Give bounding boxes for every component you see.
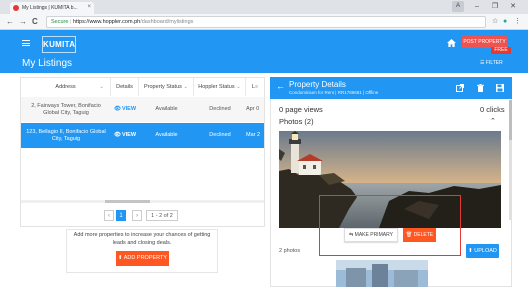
scrollbar-thumb[interactable] <box>509 100 512 140</box>
view-button[interactable]: 👁 VIEW <box>111 123 139 148</box>
favicon-icon <box>13 5 19 11</box>
page-views: 0 page views <box>279 105 323 114</box>
page-title: My Listings <box>22 58 73 69</box>
url-domain: https://www.hoppler.com.ph <box>72 19 141 25</box>
view-label: VIEW <box>121 132 137 138</box>
eye-icon: 👁 <box>113 132 121 138</box>
table-row[interactable]: 2, Fairways Tower, Bonifacio Global City… <box>21 97 264 122</box>
scrollbar-thumb[interactable] <box>105 200 150 203</box>
filter-label: FILTER <box>485 60 503 66</box>
property-status-cell: Available <box>155 132 178 138</box>
add-property-label: ADD PROPERTY <box>123 255 168 261</box>
eye-icon: 👁 <box>113 106 121 112</box>
close-window-button[interactable]: ✕ <box>506 1 520 12</box>
chevron-down-icon: ⌄ <box>234 84 241 90</box>
chevron-down-icon: ⌄ <box>99 84 104 90</box>
extension-icon[interactable]: ● <box>503 16 507 28</box>
date-cell: Apr 0 <box>246 106 260 112</box>
hamburger-menu-icon[interactable] <box>22 40 30 46</box>
add-property-button[interactable]: ⬆ ADD PROPERTY <box>116 251 169 266</box>
column-label: Address <box>55 84 76 90</box>
clicks-count: 0 clicks <box>480 105 505 114</box>
hoppler-status-cell: Declined <box>209 132 231 138</box>
view-button[interactable]: 👁 VIEW <box>111 97 139 122</box>
address-cell: 2, Fairways Tower, Bonifacio Global City… <box>31 102 101 116</box>
app-header <box>0 30 528 73</box>
menu-dots-icon[interactable]: ⋮ <box>514 16 521 28</box>
browser-tab[interactable]: My Listings | KUMITA b... × <box>10 2 94 14</box>
home-icon[interactable] <box>447 39 456 47</box>
pagination-summary: 1 - 2 of 2 <box>146 210 178 221</box>
column-header-address[interactable]: Address ⌄ <box>21 78 111 96</box>
open-external-icon[interactable] <box>456 84 464 92</box>
bookmark-star-icon[interactable]: ☆ <box>492 16 498 28</box>
details-title: Property Details <box>289 80 346 89</box>
upload-label: UPLOAD <box>474 248 497 254</box>
kumita-logo[interactable]: KUMITA <box>42 36 76 53</box>
column-header-property-status[interactable]: Property Status ⌄ <box>139 78 194 96</box>
hoppler-status-cell: Declined <box>209 106 231 112</box>
column-header-listed[interactable]: L≡ <box>246 78 264 96</box>
secure-label: Secure <box>51 19 69 25</box>
trash-icon[interactable] <box>477 84 484 92</box>
promo-text: Add more properties to increase your cha… <box>73 232 211 246</box>
back-icon[interactable]: ← <box>6 16 14 28</box>
browser-titlebar: My Listings | KUMITA b... × A – ❐ ✕ <box>0 0 528 14</box>
property-status-cell: Available <box>155 106 178 112</box>
address-cell: 123, Bellagio II, Bonifacio Global City,… <box>26 128 106 142</box>
next-page-button[interactable]: › <box>132 210 142 221</box>
chevron-up-icon[interactable]: ⌃ <box>490 117 496 125</box>
photo-count: 2 photos <box>279 248 301 254</box>
table-row[interactable]: 123, Bellagio II, Bonifacio Global City,… <box>21 123 264 148</box>
maximize-button[interactable]: ❐ <box>488 1 502 12</box>
tab-title: My Listings | KUMITA b... <box>22 5 78 11</box>
free-badge: FREE <box>491 47 511 54</box>
date-cell: Mar 2 <box>246 132 261 138</box>
upload-button[interactable]: ⬆ UPLOAD <box>466 244 499 258</box>
tab-close-icon[interactable]: × <box>87 4 91 10</box>
minimize-button[interactable]: – <box>470 1 484 12</box>
url-path: /dashboard/mylistings <box>140 19 194 25</box>
user-avatar[interactable]: A <box>452 1 464 12</box>
sort-icon: ≡ <box>254 84 259 90</box>
back-arrow-icon[interactable]: ← <box>276 81 285 91</box>
column-header-hoppler-status[interactable]: Hoppler Status ⌄ <box>194 78 246 96</box>
highlight-annotation-box <box>319 195 461 256</box>
address-bar: ← → C Secure | https://www.hoppler.com.p… <box>0 14 528 30</box>
details-subtitle: Condominium for Rent | RR1789681 | Offli… <box>289 90 379 95</box>
column-label: Hoppler Status <box>198 84 235 90</box>
filter-button[interactable]: ☰ FILTER <box>480 60 503 66</box>
photo-thumbnail[interactable] <box>336 260 428 287</box>
reload-icon[interactable]: C <box>32 16 38 28</box>
column-label: Property Status <box>143 84 182 90</box>
chevron-down-icon: ⌄ <box>181 84 189 90</box>
save-icon[interactable] <box>496 84 504 92</box>
view-label: VIEW <box>121 106 137 112</box>
prev-page-button[interactable]: ‹ <box>104 210 114 221</box>
page-1-button[interactable]: 1 <box>116 210 126 221</box>
photos-heading: Photos (2) <box>279 117 314 126</box>
url-input[interactable]: Secure | https://www.hoppler.com.ph/dash… <box>46 16 486 28</box>
column-header-details[interactable]: Details <box>111 78 139 96</box>
forward-icon[interactable]: → <box>19 16 27 28</box>
